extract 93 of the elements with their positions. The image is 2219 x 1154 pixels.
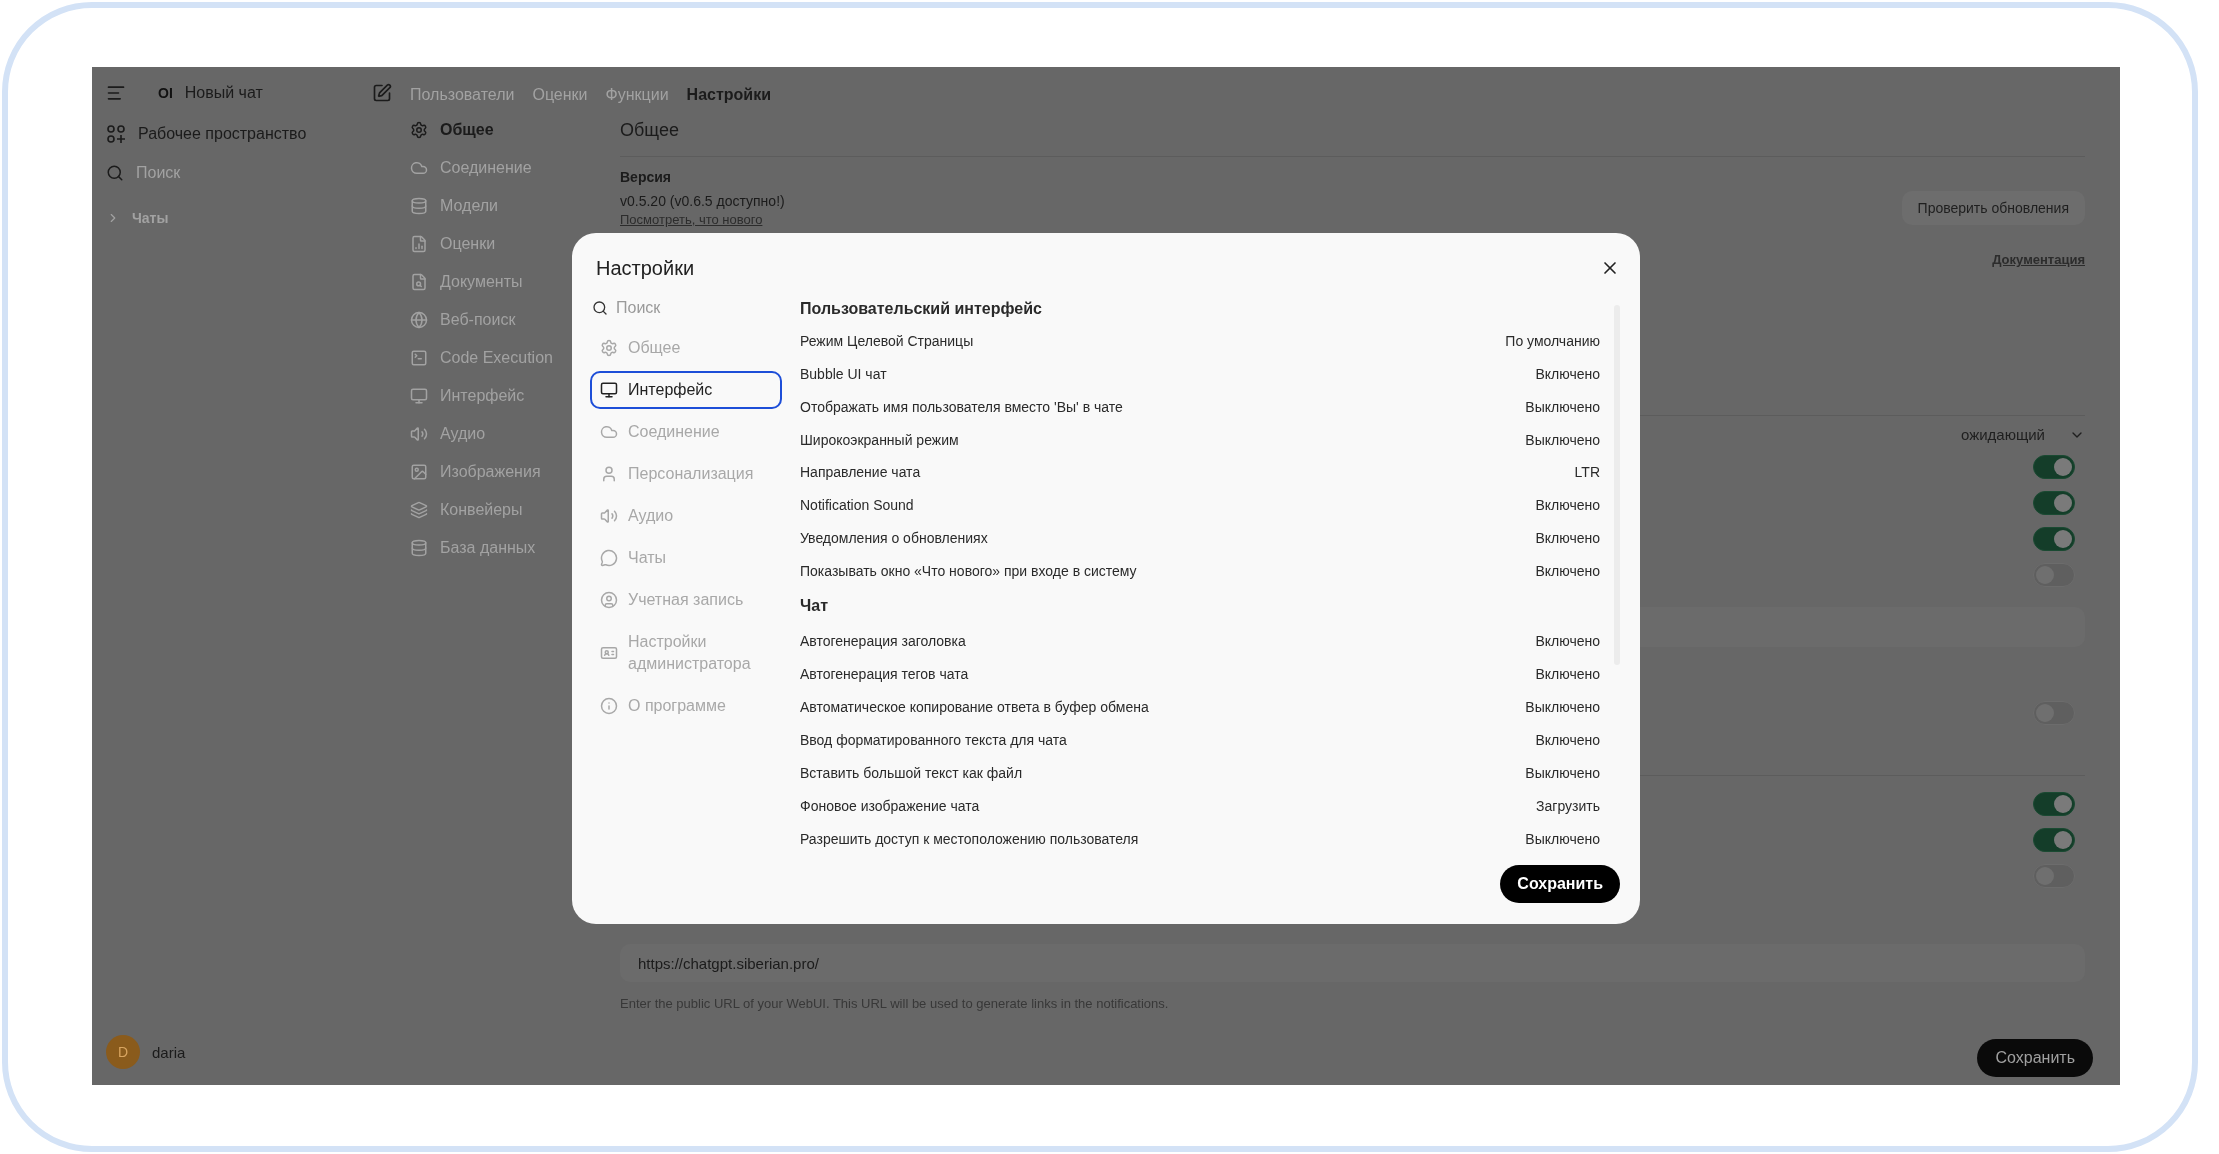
database-icon [410,197,428,215]
tab[interactable]: Оценки [532,86,588,104]
logo: OI [158,85,173,101]
chart-file-icon [410,235,428,253]
setting-label: Автогенерация тегов чата [800,666,969,683]
workspace-link[interactable]: Рабочее пространство [138,125,307,143]
menu-icon[interactable] [106,83,126,103]
toggle-switch[interactable] [2033,828,2075,852]
user-avatar[interactable]: D [106,1035,140,1069]
cloud-icon [410,159,428,177]
setting-label: Ввод форматированного текста для чата [800,731,1067,748]
user-circle-icon [600,591,618,609]
setting-label: Разрешить доступ к местоположению пользователя [800,830,1139,847]
setting-value[interactable]: Выключено [1525,699,1600,716]
database-icon [410,539,428,557]
check-updates-button[interactable]: Проверить обновления [1901,191,2085,225]
setting-value[interactable]: Включено [1535,365,1600,382]
tab[interactable]: Настройки [686,86,771,104]
setting-value[interactable]: Включено [1535,530,1600,547]
version-label: Версия [620,168,672,187]
toggle-switch[interactable] [2033,527,2075,551]
new-chat-icon[interactable] [372,83,392,103]
grid-icon [106,124,126,144]
setting-value[interactable]: Выключено [1525,830,1600,847]
setting-value[interactable]: Загрузить [1536,797,1600,814]
documentation-link[interactable]: Документация [1992,251,2085,269]
setting-value[interactable]: Включено [1535,666,1600,683]
setting-label: Уведомления о обновлениях [800,530,988,547]
monitor-icon [600,381,618,399]
setting-value[interactable]: Включено [1535,633,1600,650]
search-field[interactable]: Поиск [136,164,181,182]
id-card-icon [600,644,618,662]
setting-label: Фоновое изображение чата [800,797,980,814]
section-title: Общее [620,111,2085,157]
toggle-switch[interactable] [2033,491,2075,515]
tab[interactable]: Пользователи [410,86,515,104]
speaker-icon [600,507,618,525]
setting-label: Notification Sound [800,497,914,514]
setting-label: Показывать окно «Что нового» при входе в систему [800,563,1137,580]
setting-label: Автогенерация заголовка [800,633,966,650]
search-icon [592,300,608,316]
dialog-title: Настройки [596,256,695,280]
setting-value[interactable]: Выключено [1525,431,1600,448]
terminal-icon [410,349,428,367]
speaker-icon [410,425,428,443]
layers-icon [410,501,428,519]
chat-bubble-icon [600,549,618,567]
setting-value[interactable]: Выключено [1525,398,1600,415]
group-heading: Чат [800,596,829,617]
dialog-nav-item[interactable]: Учетная запись [590,581,782,619]
toggle-switch[interactable] [2033,455,2075,479]
monitor-icon [410,387,428,405]
setting-label: Автоматическое копирование ответа в буфер обмена [800,699,1149,716]
setting-label: Вставить большой текст как файл [800,764,1023,781]
tab[interactable]: Функции [605,86,669,104]
dialog-nav-item[interactable]: Настройки администратора [590,623,782,683]
toggle-switch[interactable] [2033,792,2075,816]
setting-value[interactable]: Включено [1535,563,1600,580]
user-icon [600,465,618,483]
group-heading: Пользовательский интерфейс [800,298,1043,319]
cloud-icon [600,423,618,441]
settings-nav-item[interactable]: Общее [410,111,620,149]
setting-value[interactable]: LTR [1574,464,1600,481]
section-label[interactable]: Чаты [132,210,169,226]
info-icon [600,697,618,715]
setting-label: Отображать имя пользователя вместо 'Вы' в чате [800,398,1123,415]
globe-icon [410,311,428,329]
settings-nav-item[interactable]: Модели [410,187,620,225]
dialog-nav-item[interactable]: Интерфейс [590,371,782,409]
setting-label: Широкоэкранный режим [800,431,959,448]
file-search-icon [410,273,428,291]
save-button[interactable]: Сохранить [1500,865,1620,903]
search-icon [106,164,124,182]
version-text: v0.5.20 (v0.6.5 доступно!) [620,192,785,211]
search-field[interactable]: Поиск [616,299,766,317]
setting-label: Bubble UI чат [800,365,887,382]
setting-label: Направление чата [800,464,921,481]
image-icon [410,463,428,481]
settings-nav-item[interactable]: Соединение [410,149,620,187]
dialog-nav-item[interactable]: О программе [590,687,782,725]
gear-icon [410,121,428,139]
setting-label: Режим Целевой Страницы [800,332,974,349]
new-chat-link[interactable]: Новый чат [184,84,263,102]
setting-value[interactable]: По умолчанию [1505,332,1600,349]
save-button[interactable]: Сохранить [1977,1039,2093,1077]
gear-icon [600,339,618,357]
status-dropdown[interactable]: ожидающий [1960,426,2085,443]
user-name[interactable]: daria [152,1043,186,1061]
whats-new-link[interactable]: Посмотреть, что нового [620,211,785,229]
setting-value[interactable]: Включено [1535,731,1600,748]
url-field[interactable]: https://chatgpt.siberian.pro/ [620,944,2085,982]
setting-value[interactable]: Включено [1535,497,1600,514]
setting-value[interactable]: Выключено [1525,764,1600,781]
